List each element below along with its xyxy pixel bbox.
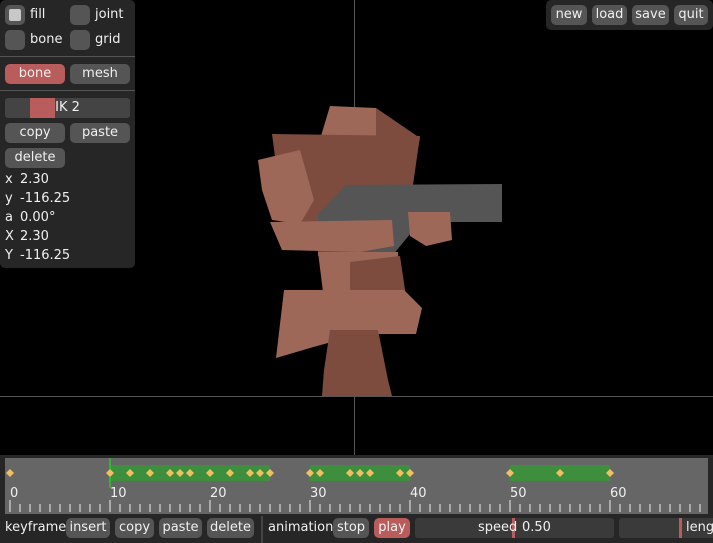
prop-angle-key: a (5, 210, 13, 225)
new-button[interactable]: new (551, 5, 587, 25)
mesh-mode-tab[interactable]: mesh (70, 64, 130, 84)
length-label: leng (686, 520, 713, 535)
delete-button[interactable]: delete (5, 148, 65, 168)
timeline-tick-label: 50 (510, 486, 527, 501)
timeline[interactable]: 0 10 20 30 40 50 60 (0, 458, 713, 514)
check-mark-icon (9, 9, 21, 21)
bottom-bar-divider (261, 516, 263, 543)
panel-divider (0, 56, 135, 57)
bone-mode-tab[interactable]: bone (5, 64, 65, 84)
timeline-tick-label: 10 (110, 486, 127, 501)
save-button[interactable]: save (632, 5, 669, 25)
load-button[interactable]: load (592, 5, 627, 25)
paste-button[interactable]: paste (70, 123, 130, 143)
speed-value: 0.50 (522, 520, 551, 535)
prop-global-x-value[interactable]: 2.30 (20, 227, 49, 247)
timeline-tick-label: 20 (210, 486, 227, 501)
insert-keyframe-button[interactable]: insert (66, 518, 110, 538)
prop-global-y-value[interactable]: -116.25 (20, 246, 70, 266)
front-hand-part (408, 212, 452, 246)
prop-angle-value[interactable]: 0.00° (20, 208, 55, 228)
paste-keyframe-button[interactable]: paste (159, 518, 202, 538)
play-button[interactable]: play (374, 518, 410, 538)
grid-checkbox[interactable] (70, 30, 90, 50)
joint-checkbox[interactable] (70, 5, 90, 25)
copy-button[interactable]: copy (5, 123, 65, 143)
prop-global-x-key: X (5, 229, 14, 244)
ik-slider[interactable]: IK 2 (5, 98, 130, 118)
stop-button[interactable]: stop (333, 518, 369, 538)
timeline-tick-label: 0 (10, 486, 18, 501)
bone-label: bone (30, 32, 63, 47)
quit-button[interactable]: quit (674, 5, 708, 25)
prop-y-key: y (5, 191, 13, 206)
shin-part (322, 330, 392, 396)
speed-label: speed (478, 520, 518, 535)
grid-label: grid (95, 32, 121, 47)
delete-keyframe-button[interactable]: delete (207, 518, 254, 538)
bone-checkbox[interactable] (5, 30, 25, 50)
fill-label: fill (30, 7, 46, 22)
speed-slider[interactable]: speed 0.50 (415, 518, 614, 538)
prop-y-value[interactable]: -116.25 (20, 189, 70, 209)
timeline-tick-label: 40 (410, 486, 427, 501)
keyframe-label: keyframe (5, 520, 67, 535)
forearm-part (270, 220, 394, 252)
joint-label: joint (95, 7, 124, 22)
prop-x-value[interactable]: 2.30 (20, 170, 49, 190)
copy-keyframe-button[interactable]: copy (115, 518, 154, 538)
timeline-tick-label: 30 (310, 486, 327, 501)
animation-label: animation (268, 520, 334, 535)
length-slider-handle[interactable] (679, 518, 682, 538)
prop-x-key: x (5, 172, 13, 187)
timeline-tick-label: 60 (610, 486, 627, 501)
panel-divider (0, 90, 135, 91)
ik-slider-label: IK 2 (55, 100, 80, 115)
fill-checkbox[interactable] (5, 5, 25, 25)
length-slider[interactable]: leng (619, 518, 713, 538)
prop-global-y-key: Y (5, 248, 13, 263)
